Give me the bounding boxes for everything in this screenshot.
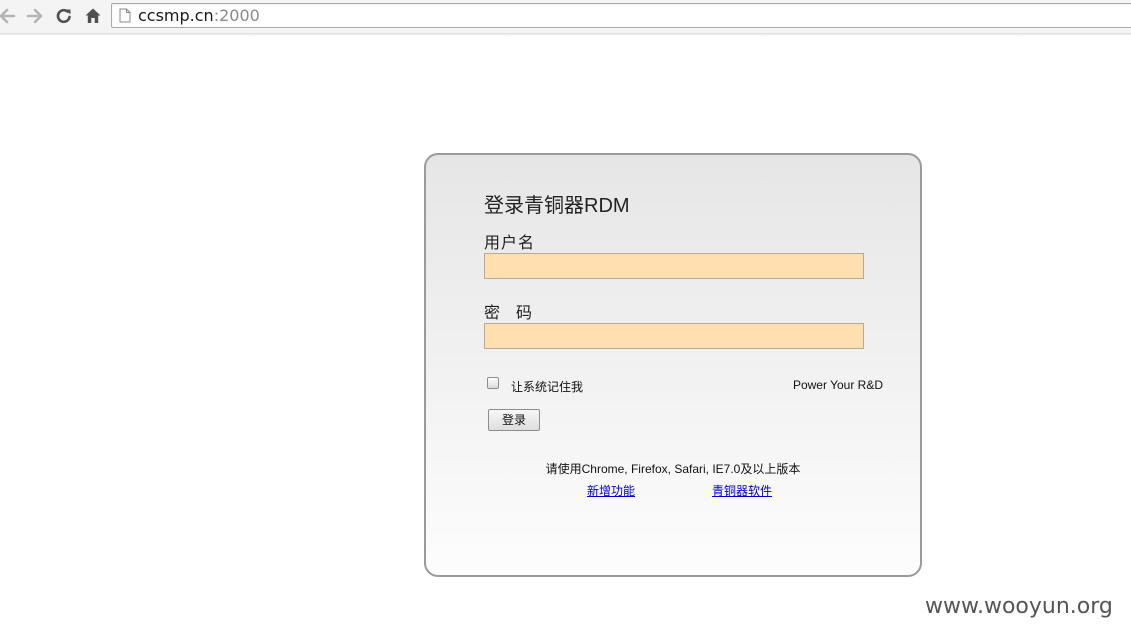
arrow-left-icon (0, 8, 16, 24)
login-title: 登录青铜器RDM (484, 195, 630, 217)
password-input[interactable] (484, 323, 864, 349)
url-host: ccsmp.cn (138, 6, 214, 25)
browser-toolbar: ccsmp.cn:2000 (0, 0, 1131, 34)
login-button[interactable]: 登录 (488, 409, 540, 431)
reload-icon (56, 8, 71, 24)
address-bar[interactable]: ccsmp.cn:2000 (111, 3, 1131, 28)
browser-requirement-note: 请使用Chrome, Firefox, Safari, IE7.0及以上版本 (545, 462, 801, 476)
url-text[interactable]: ccsmp.cn:2000 (138, 6, 260, 26)
username-input[interactable] (484, 253, 864, 279)
login-panel: 登录青铜器RDM 用户名 密 码 让系统记住我 Power Your R&D 登… (424, 153, 922, 577)
reload-button[interactable] (53, 5, 75, 27)
remember-me-label: 让系统记住我 (511, 380, 584, 394)
watermark: www.wooyun.org (925, 594, 1113, 619)
software-link[interactable]: 青铜器软件 (712, 482, 772, 499)
forward-button[interactable] (24, 5, 46, 27)
power-slogan: Power Your R&D (792, 378, 883, 392)
home-icon (85, 8, 101, 23)
toolbar-shadow (0, 33, 1131, 36)
arrow-right-icon (26, 8, 43, 24)
home-button[interactable] (82, 5, 104, 27)
username-label: 用户名 (484, 235, 536, 252)
page-icon (119, 8, 131, 23)
back-button[interactable] (0, 5, 18, 27)
password-label: 密 码 (484, 305, 533, 322)
remember-me-checkbox[interactable] (487, 377, 499, 389)
url-port: :2000 (213, 6, 260, 25)
new-features-link[interactable]: 新增功能 (587, 482, 635, 499)
